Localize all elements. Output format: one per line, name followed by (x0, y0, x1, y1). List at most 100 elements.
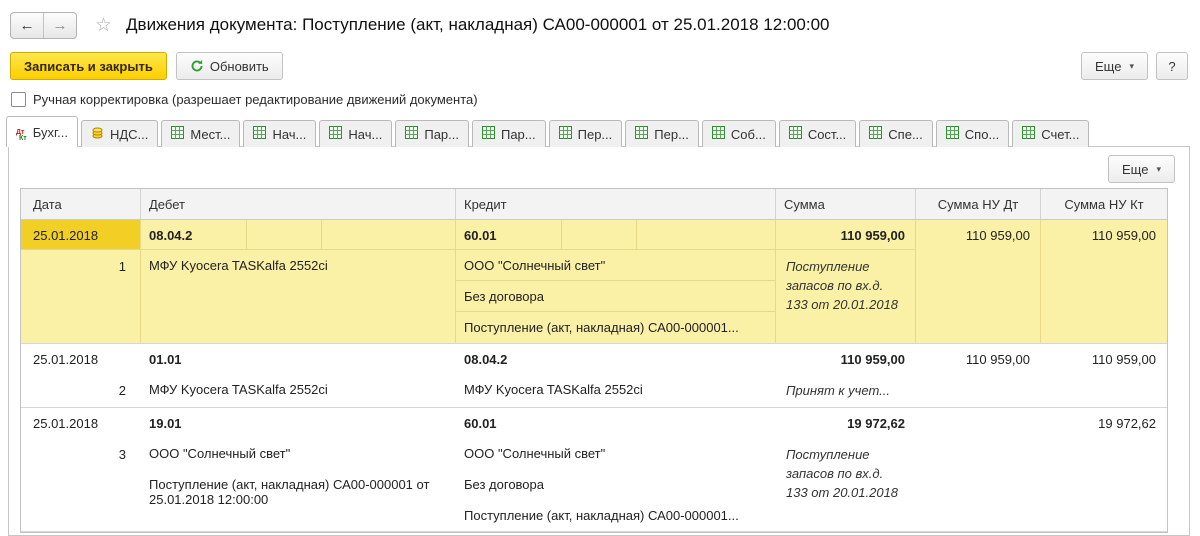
amount-cell[interactable]: 110 959,00 (776, 220, 916, 250)
tab-item[interactable]: Спо... (936, 120, 1010, 147)
debit-account-cell[interactable]: 01.01 (141, 344, 456, 374)
manual-correction-label: Ручная корректировка (разрешает редактир… (33, 92, 478, 107)
tab-label: Нач... (272, 127, 306, 142)
credit-detail-cell[interactable]: МФУ Kyocera TASKalfa 2552ci (456, 374, 775, 405)
tab-item[interactable]: Пер... (549, 120, 623, 147)
dropdown-arrow-icon: ▾ (1129, 61, 1134, 72)
tab-label: Мест... (190, 127, 230, 142)
forward-button[interactable]: → (43, 13, 76, 38)
col-header-debit[interactable]: Дебет (141, 189, 456, 219)
tab-item[interactable]: Пар... (395, 120, 469, 147)
credit-detail-cell[interactable]: ООО "Солнечный свет" (456, 250, 775, 281)
debit-details: МФУ Kyocera TASKalfa 2552ci (141, 250, 456, 343)
more-button[interactable]: Еще ▾ (1081, 52, 1148, 80)
tab-label: Спо... (965, 127, 1000, 142)
col-header-date[interactable]: Дата (21, 189, 141, 219)
debit-detail-cell[interactable]: МФУ Kyocera TASKalfa 2552ci (141, 374, 455, 405)
subconto-divider (561, 220, 562, 249)
table-grid-icon (946, 126, 959, 142)
tab-item[interactable]: Нач... (243, 120, 316, 147)
table-grid-icon (789, 126, 802, 142)
col-header-amount-nu-kt[interactable]: Сумма НУ Кт (1041, 189, 1167, 219)
date-cell[interactable]: 25.01.2018 (21, 408, 141, 438)
amount-cell[interactable]: 19 972,62 (776, 408, 916, 438)
amount-nu-kt-cell[interactable]: 110 959,00 (1041, 344, 1167, 407)
debit-detail-cell[interactable]: МФУ Kyocera TASKalfa 2552ci (141, 250, 455, 281)
table-row: 25.01.201819.0160.0119 972,6219 972,623О… (21, 408, 1167, 532)
table-grid-icon (869, 126, 882, 142)
debit-details: МФУ Kyocera TASKalfa 2552ci (141, 374, 456, 407)
debit-account-cell[interactable]: 08.04.2 (141, 220, 456, 250)
tab-item[interactable]: Сост... (779, 120, 856, 147)
amount-nu-dt-cell[interactable]: 110 959,00 (916, 220, 1041, 343)
tab-label: Бухг... (33, 125, 68, 140)
tab-item[interactable]: Нач... (319, 120, 392, 147)
table-more-button[interactable]: Еще ▾ (1108, 155, 1175, 183)
amount-nu-kt-cell[interactable]: 110 959,00 (1041, 220, 1167, 343)
col-header-amount[interactable]: Сумма (776, 189, 916, 219)
credit-details: МФУ Kyocera TASKalfa 2552ci (456, 374, 776, 407)
comment-cell[interactable]: Поступление запасов по вх.д. 133 от 20.0… (776, 438, 916, 531)
table-grid-icon (253, 126, 266, 142)
table-row: 25.01.201801.0108.04.2110 959,00110 959,… (21, 344, 1167, 408)
col-header-amount-nu-dt[interactable]: Сумма НУ Дт (916, 189, 1041, 219)
dtkt-icon: ДтКт (16, 122, 27, 142)
tab-item[interactable]: Соб... (702, 120, 776, 147)
tab-label: Пер... (578, 127, 613, 142)
save-and-close-button[interactable]: Записать и закрыть (10, 52, 167, 80)
table-grid-icon (405, 126, 418, 142)
movements-table: Дата Дебет Кредит Сумма Сумма НУ Дт Сумм… (20, 188, 1168, 533)
table-grid-icon (482, 126, 495, 142)
credit-account-cell[interactable]: 08.04.2 (456, 344, 776, 374)
credit-detail-cell[interactable]: Поступление (акт, накладная) СА00-000001… (456, 312, 775, 343)
table-grid-icon (171, 126, 184, 142)
favorite-star-icon[interactable]: ☆ (95, 14, 112, 37)
table-grid-icon (712, 126, 725, 142)
table-more-label: Еще (1122, 162, 1148, 177)
tab-item[interactable]: Спе... (859, 120, 933, 147)
debit-detail-cell[interactable]: ООО "Солнечный свет" (141, 438, 455, 469)
col-header-credit[interactable]: Кредит (456, 189, 776, 219)
tab-label: Счет... (1041, 127, 1079, 142)
manual-correction-checkbox[interactable] (11, 92, 26, 107)
table-grid-icon (329, 126, 342, 142)
tab-label: Пар... (501, 127, 536, 142)
comment-cell[interactable]: Принят к учет... (776, 374, 916, 407)
comment-cell[interactable]: Поступление запасов по вх.д. 133 от 20.0… (776, 250, 916, 343)
credit-detail-cell[interactable]: Поступление (акт, накладная) СА00-000001… (456, 500, 775, 531)
help-button[interactable]: ? (1156, 52, 1188, 80)
amount-nu-dt-cell[interactable]: 110 959,00 (916, 344, 1041, 407)
credit-detail-cell[interactable]: Без договора (456, 281, 775, 312)
credit-details: ООО "Солнечный свет"Без договораПоступле… (456, 250, 776, 343)
tab-active[interactable]: ДтКт Бухг... (6, 116, 78, 147)
refresh-button[interactable]: Обновить (176, 52, 283, 80)
back-button[interactable]: ← (11, 13, 43, 38)
tab-label: Спе... (888, 127, 923, 142)
row-number-cell[interactable]: 2 (21, 374, 141, 407)
date-cell[interactable]: 25.01.2018 (21, 220, 141, 250)
tab-label: Сост... (808, 127, 846, 142)
table-grid-icon (1022, 126, 1035, 142)
date-cell[interactable]: 25.01.2018 (21, 344, 141, 374)
tab-label: Пер... (654, 127, 689, 142)
table-header-row: Дата Дебет Кредит Сумма Сумма НУ Дт Сумм… (21, 189, 1167, 220)
debit-detail-cell[interactable]: Поступление (акт, накладная) СА00-000001… (141, 469, 455, 507)
tab-item[interactable]: Счет... (1012, 120, 1089, 147)
tab-item[interactable]: Пер... (625, 120, 699, 147)
forward-arrow-icon: → (53, 17, 68, 34)
tab-item[interactable]: Мест... (161, 120, 240, 147)
credit-detail-cell[interactable]: Без договора (456, 469, 775, 500)
debit-account-cell[interactable]: 19.01 (141, 408, 456, 438)
row-number-cell[interactable]: 3 (21, 438, 141, 531)
tab-item[interactable]: Пар... (472, 120, 546, 147)
amount-nu-dt-cell[interactable] (916, 408, 1041, 531)
tab-item[interactable]: НДС... (81, 120, 158, 147)
amount-cell[interactable]: 110 959,00 (776, 344, 916, 374)
window-header: ← → ☆ Движения документа: Поступление (а… (0, 0, 1200, 44)
credit-account-cell[interactable]: 60.01 (456, 408, 776, 438)
table-rows: 25.01.201808.04.260.01110 959,00110 959,… (21, 220, 1167, 532)
amount-nu-kt-cell[interactable]: 19 972,62 (1041, 408, 1167, 531)
credit-detail-cell[interactable]: ООО "Солнечный свет" (456, 438, 775, 469)
credit-account-cell[interactable]: 60.01 (456, 220, 776, 250)
row-number-cell[interactable]: 1 (21, 250, 141, 343)
